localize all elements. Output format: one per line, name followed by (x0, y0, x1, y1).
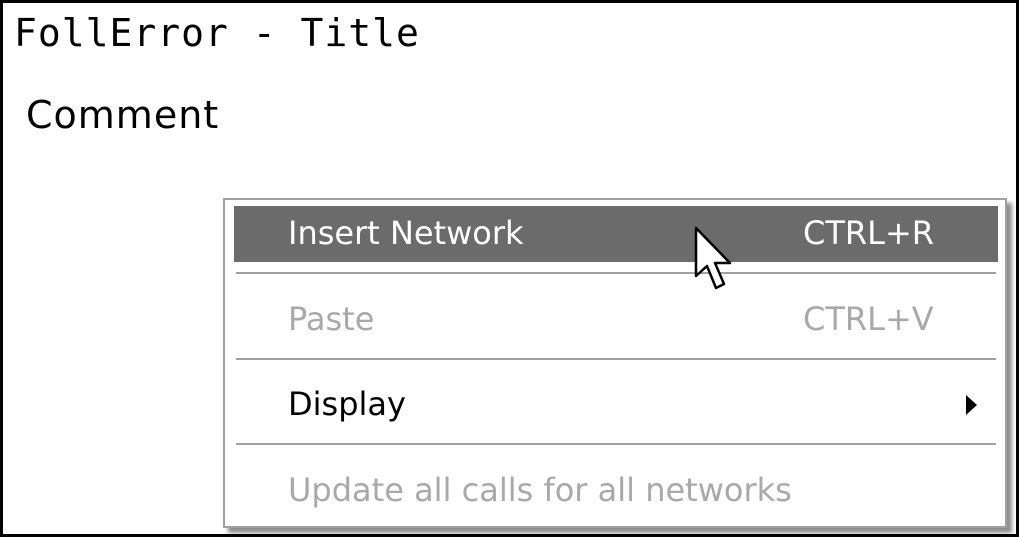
menu-item-display[interactable]: Display (234, 377, 998, 433)
block-comment[interactable]: Comment (26, 93, 219, 137)
menu-item-label: Update all calls for all networks (288, 471, 792, 509)
block-title: FollError - Title (14, 11, 420, 55)
menu-separator (236, 272, 996, 275)
menu-separator (236, 443, 996, 446)
mouse-pointer-icon (694, 226, 732, 290)
menu-item-update-all-calls[interactable]: Update all calls for all networks (234, 463, 998, 519)
context-menu: Insert Network CTRL+R Paste CTRL+V Displ… (223, 198, 1007, 528)
menu-item-shortcut: CTRL+R (803, 214, 934, 252)
menu-item-shortcut: CTRL+V (803, 300, 934, 338)
menu-item-label: Paste (288, 300, 375, 338)
menu-item-insert-network[interactable]: Insert Network CTRL+R (234, 206, 998, 262)
menu-item-label: Display (288, 385, 406, 423)
menu-item-paste[interactable]: Paste CTRL+V (234, 292, 998, 348)
menu-separator (236, 358, 996, 361)
submenu-arrow-icon (966, 395, 977, 415)
menu-item-label: Insert Network (288, 214, 524, 252)
